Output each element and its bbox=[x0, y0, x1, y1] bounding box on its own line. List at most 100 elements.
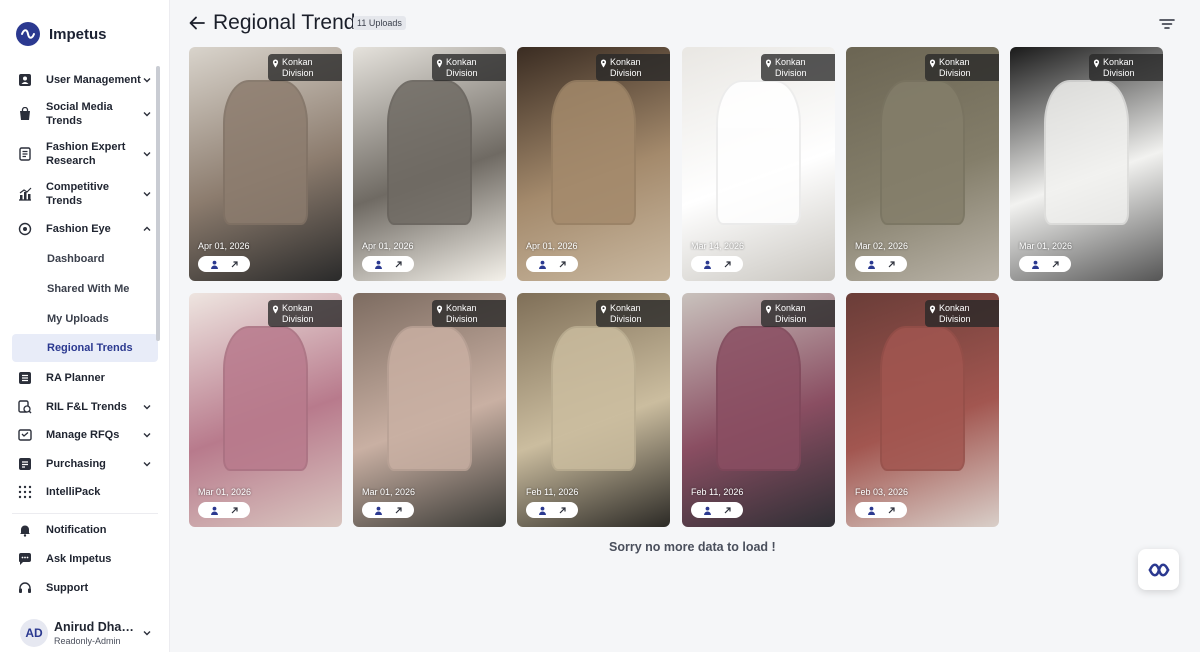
upload-date: Apr 01, 2026 bbox=[526, 241, 578, 251]
location-tag: Konkan Division bbox=[761, 54, 835, 81]
sidebar-item-ra-planner[interactable]: RA Planner bbox=[12, 363, 158, 392]
user-icon[interactable] bbox=[210, 506, 219, 515]
open-external-icon[interactable] bbox=[394, 260, 403, 269]
open-external-icon[interactable] bbox=[1051, 260, 1060, 269]
upload-date: Mar 01, 2026 bbox=[198, 487, 252, 497]
user-icon[interactable] bbox=[867, 506, 876, 515]
impetus-logo-icon bbox=[16, 22, 40, 46]
sidebar-item-label: Notification bbox=[46, 524, 107, 536]
card-actions bbox=[198, 502, 250, 518]
user-icon[interactable] bbox=[538, 506, 547, 515]
sidebar-subitem-shared-with-me[interactable]: Shared With Me bbox=[12, 274, 158, 304]
location-tag: Konkan Division bbox=[432, 300, 506, 327]
upload-card[interactable]: Konkan Division Mar 01, 2026 bbox=[1010, 47, 1163, 281]
upload-card[interactable]: Konkan Division Apr 01, 2026 bbox=[189, 47, 342, 281]
user-profile[interactable]: AD Anirud Dhadwal Readonly-Admin bbox=[20, 619, 152, 647]
chevron-down-icon[interactable] bbox=[142, 628, 152, 638]
sidebar-subitem-regional-trends[interactable]: Regional Trends bbox=[12, 334, 158, 362]
open-external-icon[interactable] bbox=[723, 260, 732, 269]
sidebar-item-social-media-trends[interactable]: Social Media Trends bbox=[12, 94, 158, 134]
location-label: Konkan Division bbox=[1103, 57, 1135, 78]
open-external-icon[interactable] bbox=[723, 506, 732, 515]
open-external-icon[interactable] bbox=[887, 506, 896, 515]
open-external-icon[interactable] bbox=[230, 506, 239, 515]
sidebar-divider bbox=[12, 513, 158, 514]
back-arrow-icon[interactable] bbox=[188, 14, 206, 32]
sidebar-nav: User Management Social Media Trends Fash… bbox=[12, 66, 158, 506]
card-actions bbox=[526, 502, 578, 518]
location-tag: Konkan Division bbox=[596, 300, 670, 327]
upload-date: Feb 03, 2026 bbox=[855, 487, 909, 497]
sidebar-item-user-management[interactable]: User Management bbox=[12, 66, 158, 94]
open-external-icon[interactable] bbox=[887, 260, 896, 269]
upload-card[interactable]: Konkan Division Apr 01, 2026 bbox=[353, 47, 506, 281]
upload-date: Mar 02, 2026 bbox=[855, 241, 909, 251]
open-external-icon[interactable] bbox=[558, 260, 567, 269]
location-tag: Konkan Division bbox=[761, 300, 835, 327]
location-tag: Konkan Division bbox=[596, 54, 670, 81]
sidebar-item-label: Purchasing bbox=[46, 457, 106, 470]
card-actions bbox=[198, 256, 250, 272]
location-tag: Konkan Division bbox=[925, 300, 999, 327]
upload-card[interactable]: Konkan Division Feb 11, 2026 bbox=[517, 293, 670, 527]
location-pin-icon bbox=[436, 305, 443, 314]
garment-photo bbox=[386, 79, 473, 225]
upload-card[interactable]: Konkan Division Mar 01, 2026 bbox=[189, 293, 342, 527]
sidebar-item-purchasing[interactable]: Purchasing bbox=[12, 449, 158, 478]
rfq-icon bbox=[18, 429, 32, 441]
location-pin-icon bbox=[600, 59, 607, 68]
sidebar-item-competitive-trends[interactable]: Competitive Trends bbox=[12, 174, 158, 214]
chart-icon bbox=[19, 187, 32, 201]
card-actions bbox=[362, 256, 414, 272]
upload-date: Feb 11, 2026 bbox=[526, 487, 579, 497]
garment-photo bbox=[222, 79, 309, 225]
garment-photo bbox=[1043, 79, 1130, 225]
upload-card[interactable]: Konkan Division Feb 03, 2026 bbox=[846, 293, 999, 527]
user-icon[interactable] bbox=[703, 260, 712, 269]
user-icon[interactable] bbox=[867, 260, 876, 269]
ask-impetus-fab[interactable] bbox=[1138, 549, 1179, 590]
upload-card[interactable]: Konkan Division Mar 02, 2026 bbox=[846, 47, 999, 281]
upload-card[interactable]: Konkan Division Apr 01, 2026 bbox=[517, 47, 670, 281]
filter-icon[interactable] bbox=[1157, 14, 1177, 34]
card-actions bbox=[855, 256, 907, 272]
user-icon[interactable] bbox=[703, 506, 712, 515]
sidebar-subitem-dashboard[interactable]: Dashboard bbox=[12, 244, 158, 274]
sidebar-item-fashion-eye[interactable]: Fashion Eye bbox=[12, 214, 158, 244]
sidebar-item-ril-fl-trends[interactable]: RIL F&L Trends bbox=[12, 392, 158, 421]
upload-card[interactable]: Konkan Division Feb 11, 2026 bbox=[682, 293, 835, 527]
chat-icon bbox=[19, 553, 31, 565]
open-external-icon[interactable] bbox=[230, 260, 239, 269]
upload-card[interactable]: Konkan Division Mar 01, 2026 bbox=[353, 293, 506, 527]
user-icon[interactable] bbox=[374, 506, 383, 515]
sidebar-item-fashion-expert-research[interactable]: Fashion Expert Research bbox=[12, 134, 158, 174]
sidebar-item-support[interactable]: Support bbox=[12, 574, 158, 602]
location-pin-icon bbox=[436, 59, 443, 68]
location-label: Konkan Division bbox=[939, 57, 971, 78]
card-actions bbox=[526, 256, 578, 272]
user-name: Anirud Dhadwal bbox=[54, 620, 134, 634]
brand-name: Impetus bbox=[49, 25, 107, 43]
brand[interactable]: Impetus bbox=[16, 22, 107, 46]
sidebar-item-manage-rfqs[interactable]: Manage RFQs bbox=[12, 421, 158, 449]
sidebar: Impetus User Management Social Media Tre… bbox=[0, 0, 170, 652]
sidebar-subitem-my-uploads[interactable]: My Uploads bbox=[12, 304, 158, 334]
user-icon[interactable] bbox=[1031, 260, 1040, 269]
upload-date: Mar 14, 2026 bbox=[691, 241, 745, 251]
sidebar-scrollbar[interactable] bbox=[156, 66, 160, 341]
user-icon[interactable] bbox=[210, 260, 219, 269]
location-tag: Konkan Division bbox=[268, 54, 342, 81]
upload-date: Apr 01, 2026 bbox=[362, 241, 414, 251]
user-icon[interactable] bbox=[374, 260, 383, 269]
sidebar-item-ask-impetus[interactable]: Ask Impetus bbox=[12, 544, 158, 574]
sidebar-item-label: RIL F&L Trends bbox=[46, 400, 127, 413]
open-external-icon[interactable] bbox=[558, 506, 567, 515]
sidebar-item-intellipack[interactable]: IntelliPack bbox=[12, 478, 158, 506]
chevron-down-icon bbox=[143, 152, 151, 157]
open-external-icon[interactable] bbox=[394, 506, 403, 515]
chevron-down-icon bbox=[143, 78, 151, 83]
sidebar-item-notification[interactable]: Notification bbox=[12, 516, 158, 544]
upload-card[interactable]: Konkan Division Mar 14, 2026 bbox=[682, 47, 835, 281]
location-label: Konkan Division bbox=[282, 57, 314, 78]
user-icon[interactable] bbox=[538, 260, 547, 269]
